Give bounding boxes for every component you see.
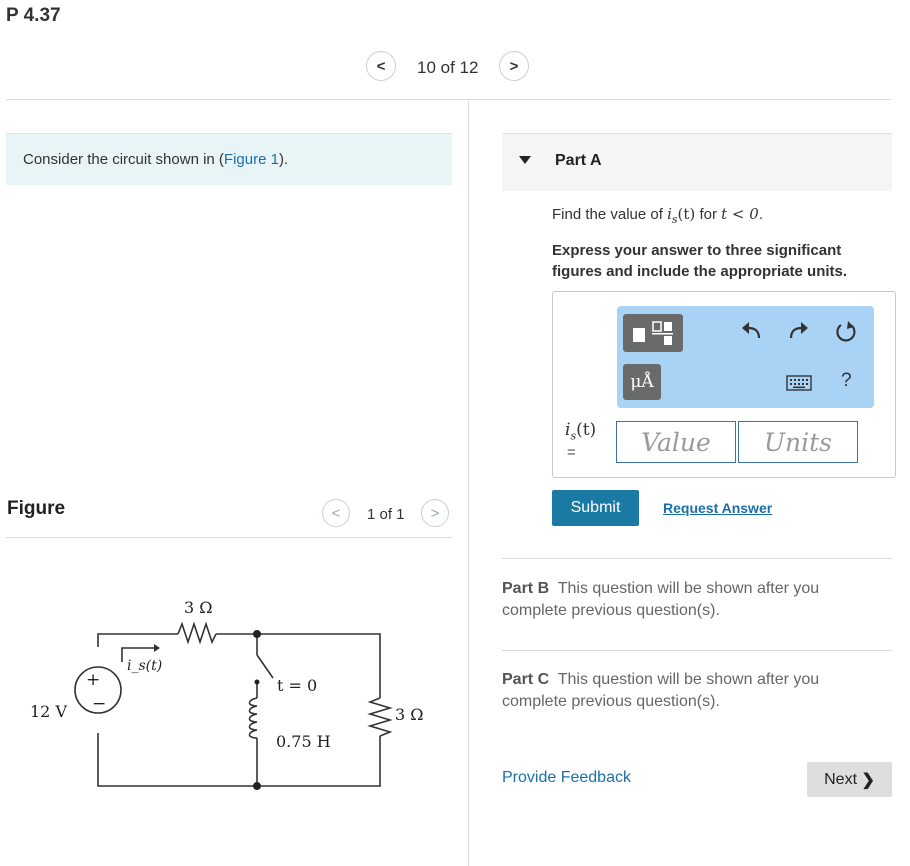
- resistor-r2: [367, 697, 393, 737]
- answer-equals: =: [567, 444, 576, 461]
- chevron-right-icon: >: [509, 57, 519, 75]
- switch-blade: [256, 654, 274, 679]
- previous-problem-button[interactable]: <: [366, 51, 396, 81]
- part-c-section: Part C This question will be shown after…: [502, 669, 882, 713]
- help-button[interactable]: ?: [841, 370, 852, 392]
- templates-icon: [633, 321, 673, 345]
- next-figure-button[interactable]: >: [421, 499, 449, 527]
- request-answer-link[interactable]: Request Answer: [663, 500, 772, 516]
- header-divider: [6, 99, 891, 100]
- chevron-left-icon: <: [331, 504, 341, 522]
- source-minus-label: −: [92, 694, 106, 714]
- reset-icon[interactable]: [833, 319, 859, 345]
- source-plus-label: +: [86, 670, 100, 690]
- units-input[interactable]: Units: [738, 421, 858, 463]
- inductor-coil: [248, 697, 258, 739]
- collapse-triangle-icon[interactable]: [519, 156, 531, 164]
- figure-link[interactable]: Figure 1: [224, 151, 279, 168]
- part-a-divider: [502, 558, 892, 559]
- problem-title: P 4.37: [6, 5, 61, 26]
- part-b-title: Part B: [502, 580, 550, 597]
- r1-label: 3 Ω: [184, 598, 213, 617]
- column-divider: [468, 100, 469, 866]
- node-bottom: [253, 782, 261, 790]
- intro-text: Consider the circuit shown in (: [23, 151, 224, 168]
- part-b-text: This question will be shown after you co…: [502, 580, 820, 619]
- circuit-diagram: + − 12 V 3 Ω 3 Ω t = 0 0.75 H i_s(t): [30, 598, 424, 790]
- part-c-title: Part C: [502, 671, 550, 688]
- part-a-question: Find the value of is(t) for t < 0.: [552, 205, 763, 226]
- figure-heading: Figure: [7, 498, 66, 519]
- inductor-label: 0.75 H: [276, 732, 331, 751]
- units-symbol: μÅ: [630, 372, 654, 392]
- previous-figure-button[interactable]: <: [322, 499, 350, 527]
- figure-divider: [6, 537, 452, 538]
- switch-contact: [254, 679, 260, 685]
- current-arrow-head: [154, 644, 160, 652]
- figure-counter: 1 of 1: [367, 506, 405, 523]
- part-a-title: Part A: [555, 152, 602, 169]
- source-voltage-label: 12 V: [30, 702, 67, 721]
- chevron-left-icon: <: [376, 57, 386, 75]
- submit-button[interactable]: Submit: [552, 490, 639, 526]
- chevron-right-icon: >: [430, 504, 440, 522]
- switch-time-label: t = 0: [277, 676, 317, 695]
- chevron-right-icon: ❯: [861, 771, 875, 789]
- intro-text-end: ).: [278, 151, 289, 168]
- resistor-r1: [177, 621, 217, 645]
- node-top: [253, 630, 261, 638]
- problem-intro: Consider the circuit shown in (Figure 1)…: [6, 133, 452, 185]
- next-button[interactable]: Next ❯: [807, 762, 892, 797]
- wire-top-left: [97, 633, 178, 647]
- templates-button[interactable]: [623, 314, 683, 352]
- r2-label: 3 Ω: [395, 705, 424, 724]
- wire-bottom: [97, 733, 381, 787]
- problem-counter: 10 of 12: [417, 58, 479, 77]
- part-a-instructions: Express your answer to three significant…: [552, 242, 848, 280]
- part-b-divider: [502, 650, 892, 651]
- value-input[interactable]: Value: [616, 421, 736, 463]
- current-label: i_s(t): [127, 658, 162, 674]
- next-problem-button[interactable]: >: [499, 51, 529, 81]
- part-b-section: Part B This question will be shown after…: [502, 578, 882, 622]
- answer-variable-label: is(t): [565, 420, 597, 443]
- next-label: Next: [824, 770, 858, 788]
- keyboard-icon[interactable]: [786, 375, 812, 391]
- provide-feedback-link[interactable]: Provide Feedback: [502, 769, 631, 787]
- redo-icon[interactable]: [786, 320, 810, 344]
- part-c-text: This question will be shown after you co…: [502, 671, 820, 710]
- undo-icon[interactable]: [740, 320, 764, 344]
- units-button[interactable]: μÅ: [623, 364, 661, 400]
